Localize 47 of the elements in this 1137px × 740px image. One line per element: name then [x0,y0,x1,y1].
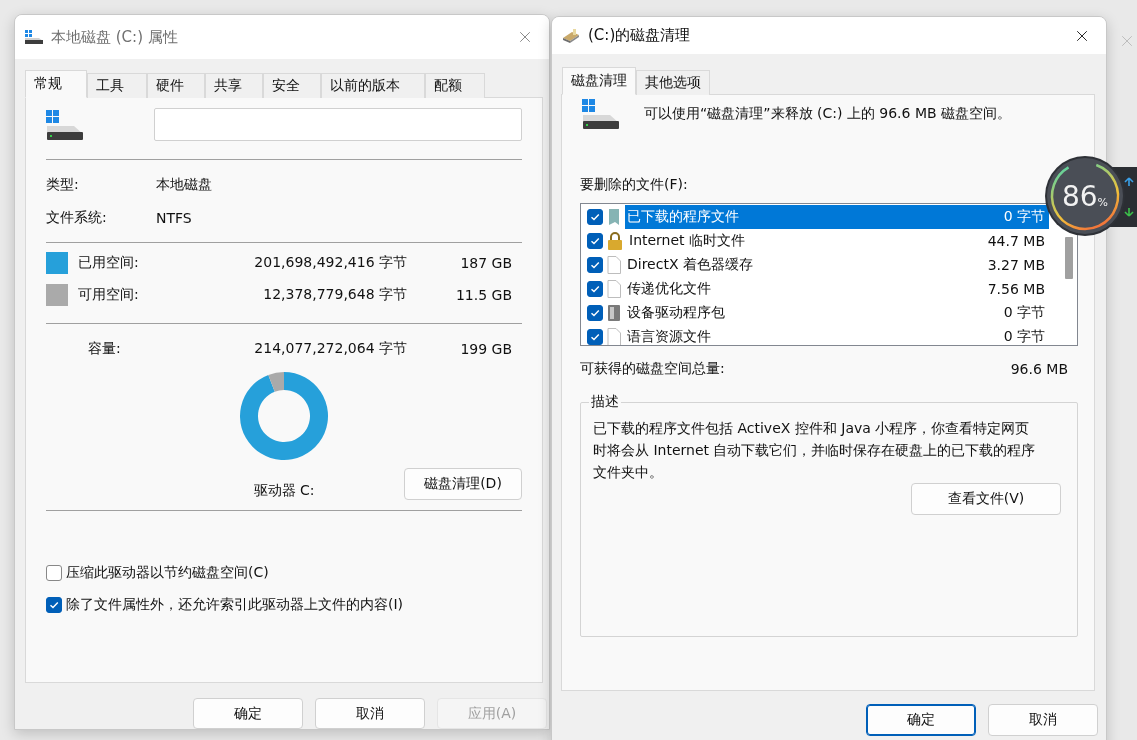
byte-count: 201,698,492,416 字节 [254,254,407,272]
tab[interactable]: 工具 [87,73,147,98]
size-value: 187 GB [459,255,512,271]
field-label: 类型: [46,175,80,194]
file-item[interactable]: 已下载的程序文件 0 字节 [625,205,1049,229]
total-value: 96.6 MB [1010,361,1068,377]
view-files-button[interactable]: 查看文件(V) [911,483,1061,515]
tab[interactable]: 共享 [205,73,263,98]
disk-cleanup-button[interactable]: 磁盘清理(D) [404,468,522,500]
gauge-unit: % [1097,195,1109,209]
checkbox-label: 压缩此驱动器以节约磁盘空间(C) [66,564,269,582]
gauge-value: 86 [1061,179,1098,213]
field-value: NTFS [156,209,193,226]
field-value: 本地磁盘 [156,175,213,194]
space-label: 可用空间: [78,286,140,304]
dialog-button[interactable]: 取消 [988,704,1098,736]
size-value: 199 GB [459,341,512,357]
total-label: 可获得的磁盘空间总量: [580,360,725,378]
tab[interactable]: 其他选项 [636,70,710,95]
tab[interactable]: 硬件 [147,73,205,98]
file-item[interactable]: 语言资源文件 0 字节 [625,325,1049,345]
tab[interactable]: 磁盘清理 [562,67,636,95]
tab[interactable]: 以前的版本 [321,73,425,98]
byte-count: 214,077,272,064 字节 [254,340,407,358]
description-text: 已下载的程序文件包括 ActiveX 控件和 Java 小程序，你查看特定网页时将会从 Internet 自动下载它们，并临时保存在硬盘上的已下载的程序文件夹中。 [593,419,1037,482]
tab[interactable]: 常规 [25,70,87,98]
window-title: (C:)的磁盘清理 [588,26,692,45]
file-item[interactable]: 设备驱动程序包 0 字节 [625,301,1049,325]
drive-label: 驱动器 C: [253,482,315,500]
group-legend: 描述 [589,393,621,411]
checkbox-label: 除了文件属性外，还允许索引此驱动器上文件的内容(I) [66,596,404,614]
files-label: 要删除的文件(F): [580,176,689,194]
dialog-button[interactable]: 确定 [193,698,303,729]
dialog-button[interactable]: 取消 [315,698,425,729]
file-item[interactable]: Internet 临时文件 44.7 MB [627,229,1049,253]
window-title: 本地磁盘 (C:) 属性 [51,27,179,47]
tab[interactable]: 安全 [263,73,321,98]
file-item[interactable]: DirectX 着色器缓存 3.27 MB [625,253,1049,277]
field-label: 文件系统: [46,208,108,227]
tab[interactable]: 配额 [425,73,485,98]
capacity-label: 容量: [88,340,122,358]
size-value: 11.5 GB [454,287,512,303]
space-label: 已用空间: [78,254,140,272]
file-item[interactable]: 传递优化文件 7.56 MB [625,277,1049,301]
cleanup-message: 可以使用“磁盘清理”来释放 (C:) 上的 96.6 MB 磁盘空间。 [644,105,1012,123]
byte-count: 12,378,779,648 字节 [262,286,407,304]
dialog-button[interactable]: 确定 [866,704,976,736]
